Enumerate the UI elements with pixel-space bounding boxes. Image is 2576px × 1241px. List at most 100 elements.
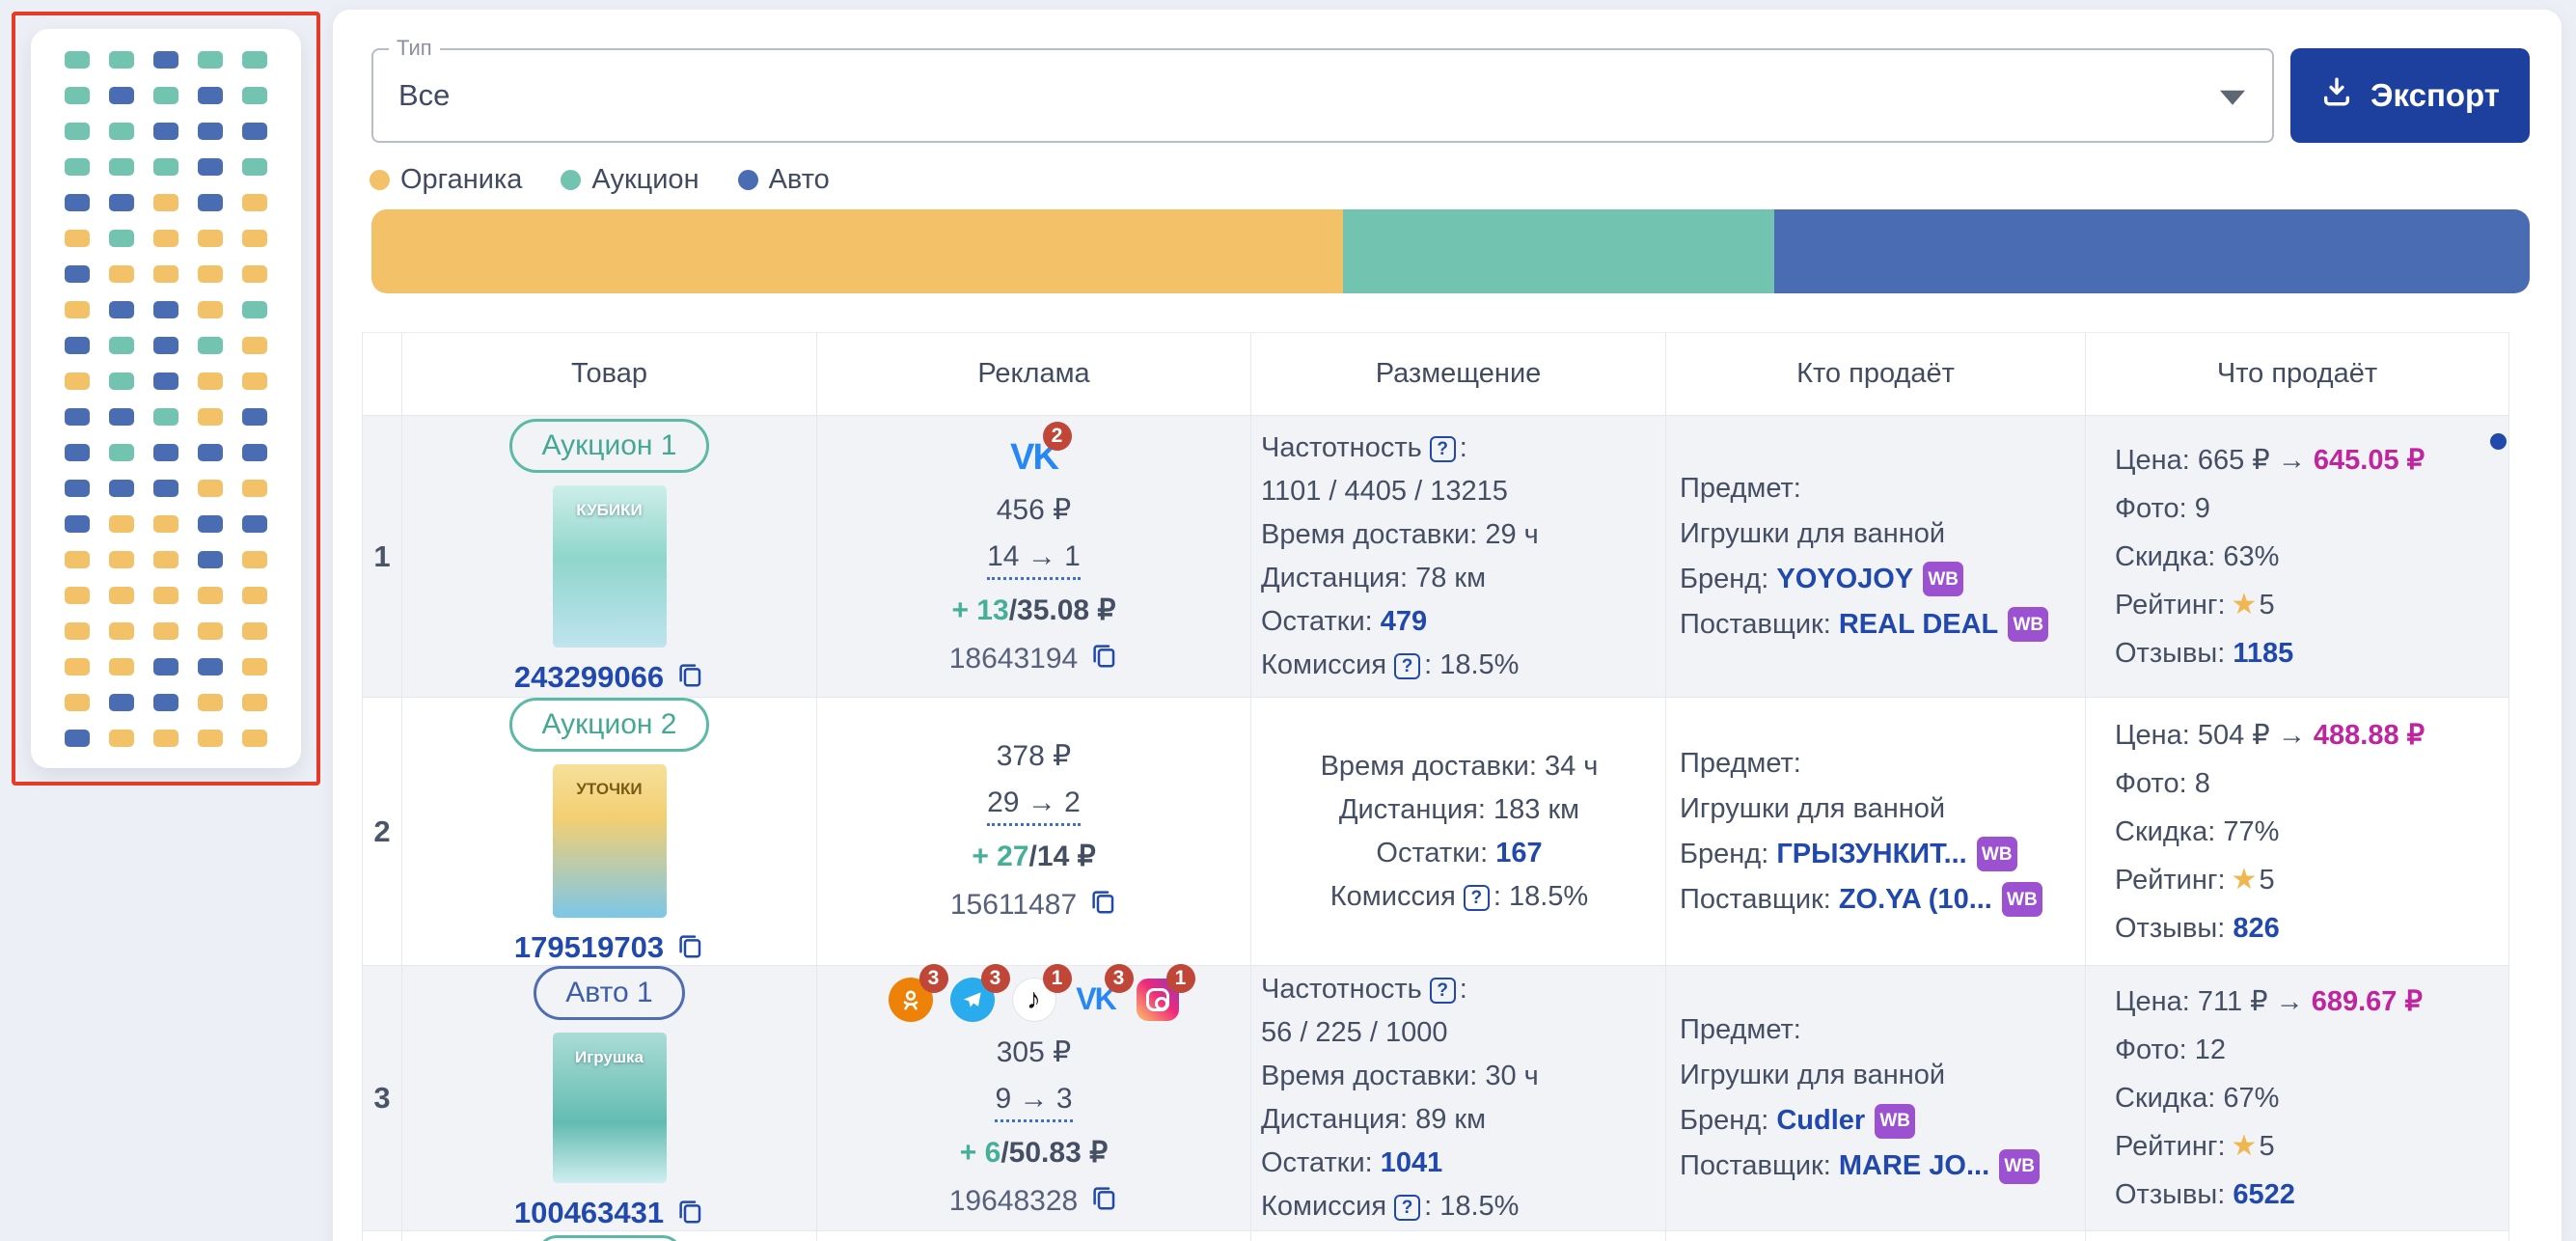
table-header-row: Товар Реклама Размещение Кто продаёт Что… bbox=[363, 333, 2509, 416]
supplier-link[interactable]: REAL DEAL bbox=[1839, 609, 1998, 640]
matrix-dot bbox=[242, 658, 267, 676]
product-image[interactable]: УТОЧКИ bbox=[553, 764, 667, 918]
type-select[interactable]: Тип Все bbox=[371, 48, 2274, 143]
wb-badge[interactable]: WB bbox=[2002, 882, 2042, 917]
help-icon[interactable]: ? bbox=[1394, 653, 1420, 679]
vk-icon[interactable]: VK 2 bbox=[1012, 435, 1056, 480]
matrix-dot bbox=[65, 444, 90, 461]
cell-product: Аукцион 2 УТОЧКИ 179519703 bbox=[402, 698, 817, 966]
matrix-dot bbox=[153, 444, 178, 461]
copy-icon[interactable] bbox=[675, 660, 704, 694]
reviews-link[interactable]: 826 bbox=[2233, 913, 2279, 944]
auto-dot-icon bbox=[738, 170, 758, 190]
matrix-dot bbox=[109, 230, 134, 247]
matrix-dot bbox=[65, 658, 90, 676]
stock-link[interactable]: 1041 bbox=[1381, 1147, 1443, 1178]
stock-link[interactable]: 167 bbox=[1495, 838, 1542, 869]
matrix-dot bbox=[109, 551, 134, 568]
matrix-dot bbox=[153, 301, 178, 318]
photos-count: 8 bbox=[2195, 768, 2210, 799]
position-change[interactable]: 29 → 2 bbox=[987, 786, 1081, 826]
matrix-dot bbox=[242, 123, 267, 140]
copy-icon[interactable] bbox=[675, 931, 704, 965]
position-delta: + 27/14 ₽ bbox=[972, 840, 1095, 873]
cell-product: Авто 1 Игрушка 100463431 bbox=[402, 966, 817, 1231]
stock-link[interactable]: 479 bbox=[1381, 606, 1427, 637]
matrix-dot bbox=[65, 123, 90, 140]
instagram-icon[interactable]: 1 bbox=[1136, 978, 1180, 1022]
export-button-label: Экспорт bbox=[2370, 77, 2500, 114]
matrix-dot bbox=[198, 551, 223, 568]
brand-link[interactable]: YOYOJOY bbox=[1776, 564, 1913, 594]
cell-ads: 378 ₽ 29 → 2 + 27/14 ₽ 15611487 bbox=[817, 698, 1251, 966]
wb-badge[interactable]: WB bbox=[1977, 837, 2017, 871]
reviews-link[interactable]: 6522 bbox=[2233, 1179, 2295, 1210]
matrix-dot bbox=[153, 622, 178, 640]
notification-badge: 3 bbox=[919, 964, 948, 993]
matrix-dot bbox=[65, 480, 90, 497]
header-seller: Кто продаёт bbox=[1666, 333, 2086, 416]
wb-badge[interactable]: WB bbox=[1875, 1104, 1915, 1139]
subject-value: Игрушки для ванной bbox=[1680, 1053, 2085, 1098]
sku-link[interactable]: 100463431 bbox=[514, 1196, 664, 1230]
matrix-dot bbox=[242, 87, 267, 104]
matrix-dot bbox=[153, 694, 178, 711]
matrix-dot bbox=[65, 87, 90, 104]
product-image[interactable]: КУБИКИ bbox=[553, 485, 667, 648]
legend-item-organic: Органика bbox=[370, 164, 522, 196]
frequency-values: 56 / 225 / 1000 bbox=[1261, 1011, 1658, 1055]
subject-value: Игрушки для ванной bbox=[1680, 786, 2085, 832]
help-icon[interactable]: ? bbox=[1430, 436, 1456, 462]
wb-badge[interactable]: WB bbox=[1999, 1149, 2040, 1184]
organic-dot-icon bbox=[370, 170, 390, 190]
matrix-dot bbox=[65, 230, 90, 247]
wb-badge[interactable]: WB bbox=[2008, 607, 2048, 642]
tiktok-icon[interactable]: ♪ 1 bbox=[1012, 978, 1056, 1022]
legend-item-auto: Авто bbox=[738, 164, 830, 196]
sku-link[interactable]: 243299066 bbox=[514, 660, 664, 695]
subject-value: Игрушки для ванной bbox=[1680, 511, 2085, 557]
vk-icon[interactable]: VK 3 bbox=[1074, 978, 1118, 1022]
matrix-dot bbox=[153, 87, 178, 104]
sku-link[interactable]: 179519703 bbox=[514, 930, 664, 965]
supplier-link[interactable]: MARE JO... bbox=[1839, 1150, 1989, 1181]
export-button[interactable]: Экспорт bbox=[2290, 48, 2530, 143]
matrix-dot bbox=[109, 622, 134, 640]
matrix-dot bbox=[109, 123, 134, 140]
copy-icon[interactable] bbox=[675, 1197, 704, 1230]
wb-badge[interactable]: WB bbox=[1923, 562, 1963, 596]
matrix-dot bbox=[242, 265, 267, 283]
supplier-link[interactable]: ZO.YA (10... bbox=[1839, 884, 1992, 915]
reviews-link[interactable]: 1185 bbox=[2233, 638, 2293, 669]
copy-icon[interactable] bbox=[1088, 887, 1117, 924]
distance: 183 км bbox=[1494, 794, 1579, 825]
matrix-dot bbox=[198, 480, 223, 497]
products-table: Товар Реклама Размещение Кто продаёт Что… bbox=[362, 332, 2509, 1241]
matrix-dot bbox=[65, 265, 90, 283]
product-image[interactable]: Игрушка bbox=[553, 1033, 667, 1183]
cell-seller: Предмет: Игрушки для ванной Бренд: Cudle… bbox=[1666, 966, 2086, 1231]
ad-type-badge: Авто 1 bbox=[534, 966, 684, 1020]
copy-icon[interactable] bbox=[1089, 1183, 1118, 1220]
help-icon[interactable]: ? bbox=[1394, 1195, 1420, 1221]
ok-icon[interactable]: 3 bbox=[889, 978, 933, 1022]
telegram-icon[interactable]: 3 bbox=[950, 978, 995, 1022]
position-change[interactable]: 14 → 1 bbox=[987, 540, 1081, 580]
ad-type-badge: Аукцион 1 bbox=[509, 419, 708, 473]
campaign-id: 15611487 bbox=[950, 889, 1077, 922]
notification-badge: 3 bbox=[981, 964, 1010, 993]
position-change[interactable]: 9 → 3 bbox=[995, 1083, 1072, 1122]
matrix-dot bbox=[153, 123, 178, 140]
brand-link[interactable]: ГРЫЗУНКИТ... bbox=[1776, 839, 1966, 869]
position-delta: + 6/50.83 ₽ bbox=[960, 1136, 1108, 1170]
price-old: 711 ₽ bbox=[2198, 986, 2268, 1017]
cell-placement: Частотность?: 1101 / 4405 / 13215 Время … bbox=[1251, 416, 1666, 698]
help-icon[interactable]: ? bbox=[1464, 885, 1490, 911]
notification-badge: 3 bbox=[1105, 964, 1134, 993]
star-icon: ★ bbox=[2232, 1130, 2258, 1162]
copy-icon[interactable] bbox=[1089, 641, 1118, 677]
help-icon[interactable]: ? bbox=[1430, 978, 1456, 1004]
photos-count: 12 bbox=[2195, 1034, 2226, 1065]
brand-link[interactable]: Cudler bbox=[1776, 1105, 1865, 1136]
header-what-sells: Что продаёт bbox=[2086, 333, 2509, 416]
